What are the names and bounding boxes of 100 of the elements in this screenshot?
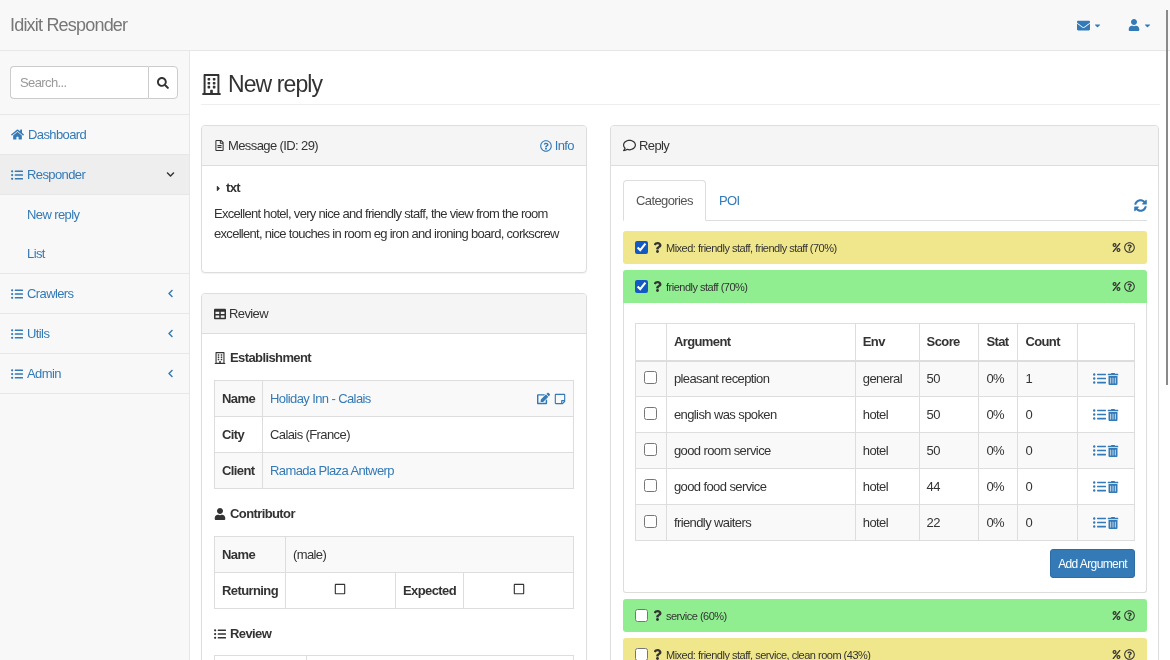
trash-icon[interactable] [1107,372,1120,385]
chevron-left-icon [166,329,175,338]
table-cell: hotel [855,468,920,505]
list-icon[interactable] [1093,516,1107,529]
percent-icon[interactable] [1112,611,1121,620]
add-argument-button[interactable]: Add Argument [1050,549,1135,578]
user-menu-button[interactable] [1128,19,1152,31]
table-cell: 22 [919,504,979,541]
table-cell: pleasant reception [666,360,856,397]
home-icon [11,128,24,141]
table-cell: 50 [919,432,979,469]
category-label: Mixed: friendly staff, service, clean room (43%) [666,648,872,660]
info-link[interactable]: Info [539,138,574,153]
question-icon [652,610,663,621]
percent-icon[interactable] [1112,650,1121,659]
question-icon [652,649,663,660]
tab[interactable]: Categories [623,180,706,221]
category-checkbox[interactable] [635,241,648,254]
trash-icon[interactable] [1107,408,1120,421]
section-heading: Establishment [230,349,312,367]
table-cell: 0% [978,468,1018,505]
column-header: Score [919,323,979,361]
percent-icon[interactable] [1112,282,1121,291]
column-header: Argument [666,323,856,361]
row-label: Client [214,452,263,489]
question-icon [652,281,663,292]
sidebar-item[interactable]: Responder [0,155,189,195]
category-checkbox[interactable] [635,609,648,622]
trash-icon[interactable] [1107,480,1120,493]
question-icon [652,242,663,253]
sidebar-subitem[interactable]: New reply [0,195,189,234]
building-icon [201,73,222,95]
help-icon[interactable] [1124,649,1135,660]
category-bar[interactable]: friendly staff (70%) [623,270,1147,303]
chevron-left-icon [166,289,175,298]
search-button[interactable] [148,66,178,99]
cell-text: Calais (France) [270,427,351,442]
note-icon[interactable] [554,392,566,405]
category-checkbox[interactable] [635,280,648,293]
section-heading: Contributor [230,505,295,523]
trash-icon[interactable] [1107,444,1120,457]
category-bar[interactable]: Mixed: friendly staff, service, clean room (43%) [623,638,1147,660]
help-icon[interactable] [1124,242,1135,253]
sidebar-item[interactable]: Utils [0,314,189,354]
table-cell: good food service [666,468,856,505]
table-cell: friendly waiters [666,504,856,541]
list-icon[interactable] [1093,372,1107,386]
table-cell: 0% [978,396,1018,433]
refresh-icon[interactable] [1134,198,1147,212]
sidebar-item[interactable]: Admin [0,354,189,394]
row-checkbox[interactable] [644,514,658,528]
table-cell: english was spoken [666,396,856,433]
list-icon [11,327,23,340]
row-checkbox[interactable] [644,442,658,456]
table-cell: 0 [1017,432,1078,469]
list-icon [11,367,23,380]
chevron-left-icon [166,369,175,378]
category-label: service (60%) [666,609,728,622]
sidebar-subitem[interactable]: List [0,234,189,273]
table-cell: hotel [855,432,920,469]
table-cell: 0 [1017,468,1078,505]
list-icon[interactable] [1093,408,1107,421]
search-icon [157,76,169,89]
tab[interactable]: POI [705,180,753,221]
row-checkbox[interactable] [644,478,658,492]
row-checkbox[interactable] [644,370,658,384]
edit-icon[interactable] [537,392,550,405]
table-cell: hotel [855,504,920,541]
speech-bubble-icon [623,139,636,152]
section-label: txt [226,179,241,197]
cell-text: (male) [293,547,327,562]
category-bar[interactable]: Mixed: friendly staff, friendly staff (70%) [623,231,1147,264]
list-icon [11,287,23,300]
row-checkbox[interactable] [644,406,658,420]
envelope-icon [1077,18,1090,32]
column-header: Stat [978,323,1018,361]
row-label: City [214,416,263,453]
caret-right-icon[interactable] [214,183,223,193]
table-cell: 0% [978,360,1018,397]
panel-title: Message (ID: 29) [228,138,320,153]
sidebar-item[interactable]: Crawlers [0,274,189,314]
help-icon[interactable] [1124,281,1135,292]
brand-name[interactable]: Idixit Responder [10,14,128,36]
scrollbar-thumb[interactable] [1166,10,1168,385]
user-icon [214,508,226,520]
list-icon [11,168,23,181]
trash-icon[interactable] [1107,516,1120,529]
category-checkbox[interactable] [635,648,648,660]
table-cell: good room service [666,432,856,469]
help-icon[interactable] [1124,610,1135,621]
row-label: Name [214,380,263,417]
mail-menu-button[interactable] [1077,18,1102,32]
percent-icon[interactable] [1112,243,1121,252]
category-label: Mixed: friendly staff, friendly staff (70%) [666,241,838,254]
list-icon[interactable] [1093,480,1107,493]
list-icon[interactable] [1093,444,1107,457]
search-input[interactable]: Search... [10,66,148,99]
table-cell: 50 [919,396,979,433]
row-label: Returning [214,572,286,609]
category-bar[interactable]: service (60%) [623,599,1147,632]
